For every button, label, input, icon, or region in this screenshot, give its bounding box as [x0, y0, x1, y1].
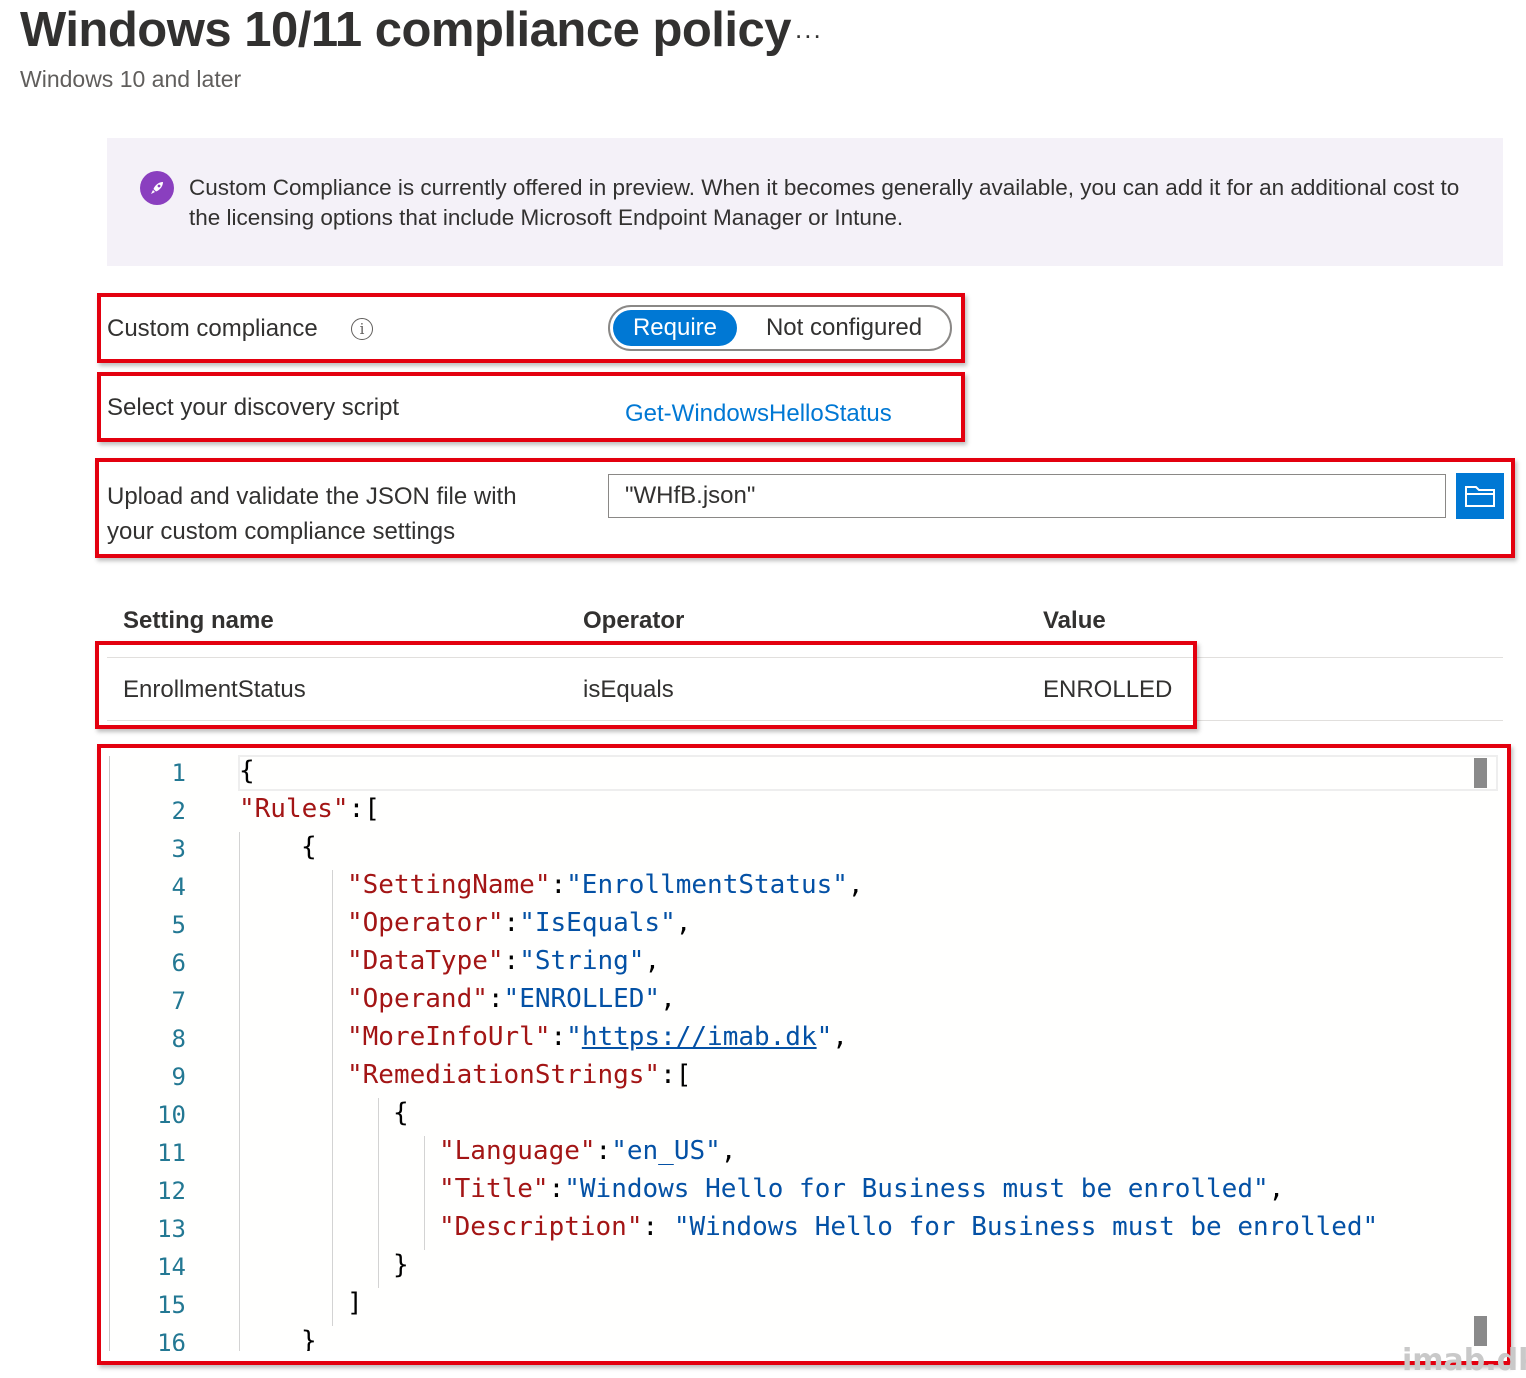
json-editor-highlight: [97, 744, 1511, 1365]
custom-compliance-label: Custom compliance: [107, 315, 318, 342]
watermark: imab.dk: [1402, 1343, 1526, 1378]
table-cell-value: ENROLLED: [1043, 676, 1173, 703]
page-subtitle: Windows 10 and later: [20, 66, 242, 92]
column-header-operator: Operator: [583, 607, 685, 634]
require-option[interactable]: Require: [613, 310, 737, 346]
more-options-button[interactable]: ...: [795, 14, 823, 45]
page-title: Windows 10/11 compliance policy: [20, 3, 792, 57]
not-configured-option[interactable]: Not configured: [740, 310, 948, 346]
json-upload-label-line1: Upload and validate the JSON file with: [107, 483, 517, 510]
column-header-setting-name: Setting name: [123, 607, 274, 634]
table-cell-operator: isEquals: [583, 676, 674, 703]
info-icon[interactable]: i: [351, 318, 373, 340]
folder-icon: [1465, 486, 1495, 507]
browse-button[interactable]: [1456, 473, 1504, 519]
preview-banner-text: Custom Compliance is currently offered i…: [189, 175, 1460, 230]
column-header-value: Value: [1043, 607, 1106, 634]
json-file-input[interactable]: "WHfB.json": [608, 474, 1446, 518]
rocket-icon: [140, 171, 174, 205]
discovery-script-link[interactable]: Get-WindowsHelloStatus: [625, 400, 892, 428]
json-upload-label-line2: your custom compliance settings: [107, 518, 456, 545]
table-cell-setting-name: EnrollmentStatus: [123, 676, 306, 703]
discovery-script-label: Select your discovery script: [107, 394, 400, 421]
